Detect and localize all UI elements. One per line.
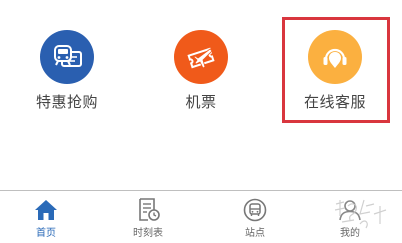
feature-special-offer[interactable]: 特惠抢购 bbox=[0, 0, 134, 130]
feature-flight[interactable]: 机票 bbox=[134, 0, 268, 130]
tab-home[interactable]: 首页 bbox=[0, 191, 96, 243]
train-ticket-icon bbox=[40, 30, 94, 84]
tab-label: 首页 bbox=[36, 228, 56, 239]
tab-station[interactable]: 站点 bbox=[205, 191, 305, 243]
app-screen: 特惠抢购 机票 在线客服 首页 时刻表 站点 我的 bbox=[0, 0, 402, 243]
tab-timetable[interactable]: 时刻表 bbox=[98, 191, 198, 243]
home-icon bbox=[33, 198, 59, 222]
timetable-icon bbox=[135, 198, 161, 222]
bus-station-icon bbox=[242, 198, 268, 222]
flight-ticket-icon bbox=[174, 30, 228, 84]
tab-label: 时刻表 bbox=[133, 228, 163, 239]
tab-label: 站点 bbox=[245, 228, 265, 239]
watermark-overlay bbox=[330, 194, 390, 234]
feature-label: 机票 bbox=[185, 93, 217, 111]
feature-label: 特惠抢购 bbox=[35, 93, 98, 111]
highlight-frame bbox=[282, 17, 390, 123]
